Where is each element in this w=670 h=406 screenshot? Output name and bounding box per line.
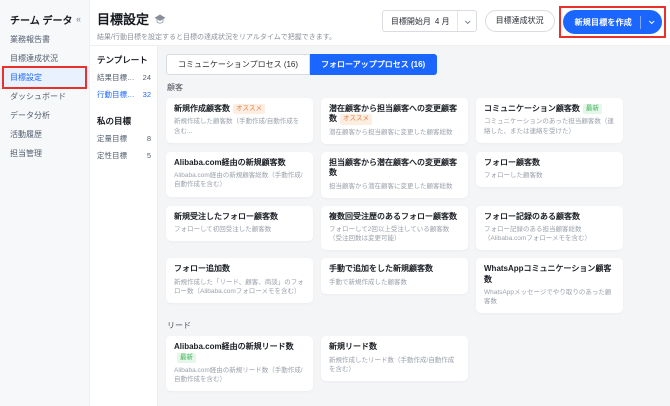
- goal-template-card[interactable]: 複数回受注歴のあるフォロー顧客数フォローして2回以上受注している顧客数（受注回数…: [321, 205, 468, 251]
- recommend-badge: オススメ: [340, 114, 372, 125]
- goal-template-card[interactable]: Alibaba.com経由の新規リード数最新 Alibaba.com経由の新規リー…: [166, 336, 313, 392]
- goal-start-month-select[interactable]: 目標開始月 4 月: [381, 10, 477, 32]
- card-title: コミュニケーション顧客数 最新: [484, 104, 615, 115]
- card-title: 複数回受注歴のあるフォロー顧客数: [329, 211, 457, 221]
- sidebar-item[interactable]: 業務報告書: [0, 30, 89, 49]
- card-description: 新規作成したリード数（手動作成/自動作成を含む）: [329, 356, 455, 373]
- sidebar-item[interactable]: ダッシュボード: [0, 87, 89, 106]
- card-description: フォローした顧客数: [484, 172, 543, 180]
- card-description: フォローして2回以上受注している顧客数（受注回数は変更可能）: [329, 226, 450, 243]
- app-window: チーム データ « 業務報告書 目標達成状況 目標設定 ダッシュボード データ分析 活動履…: [0, 0, 670, 406]
- process-tab[interactable]: フォローアッププロセス (16): [310, 54, 438, 75]
- page-title: 目標設定: [97, 12, 150, 27]
- sidebar-item[interactable]: 担当管理: [0, 144, 89, 163]
- month-select-value: 4 月: [434, 16, 450, 26]
- goal-template-card[interactable]: 新規リード数新規作成したリード数（手動作成/自動作成を含む）: [321, 336, 468, 381]
- recommend-badge: オススメ: [233, 104, 265, 115]
- template-panel-section: テンプレート結果目標テンプ...24行動目標テンプ...32: [97, 52, 151, 103]
- goal-template-card[interactable]: コミュニケーション顧客数 最新コミュニケーションのあった担当顧客数（連絡した、また…: [476, 98, 623, 143]
- sidebar-item[interactable]: 活動履歴: [0, 125, 89, 144]
- card-description: 潜在顧客から担当顧客に変更した顧客総数: [329, 128, 453, 136]
- template-item-count: 5: [146, 151, 151, 160]
- process-tab[interactable]: コミュニケーションプロセス (16): [166, 54, 311, 75]
- template-item-count: 24: [142, 73, 151, 82]
- card-title: フォロー顧客数: [484, 157, 540, 167]
- card-title: WhatsAppコミュニケーション顧客数: [484, 264, 612, 284]
- goal-template-card[interactable]: 担当顧客から潜在顧客への変更顧客数担当顧客から潜在顧客に変更した顧客総数: [321, 151, 468, 198]
- process-tabs: コミュニケーションプロセス (16) フォローアッププロセス (16): [166, 54, 660, 75]
- template-item-label: 定量目標: [97, 134, 127, 143]
- section-label: リード: [167, 321, 191, 331]
- template-panel-item[interactable]: 結果目標テンプ...24: [97, 69, 151, 86]
- sidebar-item[interactable]: 目標達成状況: [0, 49, 89, 68]
- template-item-label: 結果目標テンプ...: [97, 73, 141, 82]
- goal-template-card[interactable]: WhatsAppコミュニケーション顧客数 WhatsAppメッセージでやり取りのあ…: [476, 258, 623, 314]
- card-grid: Alibaba.com経由の新規リード数最新 Alibaba.com経由の新規リー…: [166, 336, 660, 392]
- template-panel-item[interactable]: 行動目標テンプ...32: [97, 86, 151, 103]
- create-goal-button-label: 新規目標を作成: [574, 17, 632, 27]
- card-description: Alibaba.com経由の新規リード数（手動作成/自動作成を含む）: [174, 367, 303, 384]
- card-title: Alibaba.com経由の新規顧客数: [174, 157, 286, 167]
- goal-template-card[interactable]: Alibaba.com経由の新規顧客数 Alibaba.com経由の新規顧客総数（…: [166, 151, 313, 197]
- goal-template-content: コミュニケーションプロセス (16) フォローアッププロセス (16) 顧客新規作…: [158, 46, 670, 406]
- template-item-label: 定性目標: [97, 151, 127, 160]
- create-goal-button[interactable]: 新規目標を作成: [562, 10, 662, 34]
- sidebar-item-goal-setting[interactable]: 目標設定: [0, 68, 89, 87]
- goal-template-card[interactable]: フォロー顧客数 フォローした顧客数: [476, 151, 623, 188]
- goal-template-card[interactable]: 手動で追加をした新規顧客数 手動で新規作成した顧客数: [321, 258, 468, 294]
- new-badge: 最新: [582, 104, 602, 115]
- main-column: 目標設定 結果/行動目標を設定すると目標の達成状況をリアルタイムで把握できます。…: [90, 0, 670, 406]
- card-title: フォロー追加数: [174, 264, 230, 274]
- body-row: テンプレート結果目標テンプ...24行動目標テンプ...32私の目標定量目標8定…: [90, 46, 670, 406]
- card-description: フォロー記録のある担当顧客総数（Alibaba.comフォローメモを含む）: [484, 226, 592, 243]
- goal-template-card[interactable]: 新規受注したフォロー顧客数 フォローして初回受注した顧客数: [166, 205, 313, 242]
- section-label: 顧客: [167, 83, 183, 92]
- template-panel: テンプレート結果目標テンプ...24行動目標テンプ...32私の目標定量目標8定…: [90, 46, 158, 406]
- goal-template-card[interactable]: フォロー記録のある顧客数フォロー記録のある担当顧客総数（Alibaba.comフ…: [476, 205, 623, 251]
- goal-template-card[interactable]: 潜在顧客から担当顧客への変更顧客数 オススメ潜在顧客から担当顧客に変更した顧客総数: [321, 98, 468, 144]
- card-title: 担当顧客から潜在顧客への変更顧客数: [329, 157, 457, 178]
- card-title: 新規受注したフォロー顧客数: [174, 211, 278, 221]
- goal-template-card[interactable]: フォロー追加数新規作成した「リード、顧客、商談」のフォロー数（Alibaba.c…: [166, 258, 313, 303]
- chevron-down-icon: [458, 17, 476, 26]
- card-description: コミュニケーションのあった担当顧客数（連絡した、または連絡を受けた）: [484, 118, 614, 135]
- card-title: Alibaba.com経由の新規リード数最新: [174, 342, 305, 364]
- month-select-label: 目標開始月: [390, 16, 431, 26]
- card-description: フォローして初回受注した顧客数: [174, 226, 272, 234]
- template-section-title: 私の目標: [97, 116, 132, 126]
- template-panel-item[interactable]: 定性目標 5: [97, 147, 151, 164]
- card-title: 新規作成顧客数 オススメ: [174, 104, 305, 115]
- card-description: 新規作成した顧客数（手動作成/自動作成を含む...: [174, 118, 300, 135]
- sidebar-header: チーム データ «: [0, 8, 89, 30]
- card-grid: 新規作成顧客数 オススメ 新規作成した顧客数（手動作成/自動作成を含む... 潜在顧客…: [166, 98, 660, 314]
- card-description: 担当顧客から潜在顧客に変更した顧客総数: [329, 182, 453, 190]
- template-section-title: テンプレート: [97, 55, 148, 65]
- template-panel-item[interactable]: 定量目標 8: [97, 130, 151, 147]
- collapse-sidebar-icon[interactable]: «: [76, 14, 81, 24]
- card-description: Alibaba.com経由の新規顧客総数（手動作成/自動作成を含む）: [174, 172, 303, 189]
- card-description: 手動で新規作成した顧客数: [329, 278, 407, 286]
- graduation-cap-icon[interactable]: [154, 14, 166, 24]
- card-description: WhatsAppメッセージでやり取りのあった顧客数: [484, 289, 612, 306]
- page-header: 目標設定 結果/行動目標を設定すると目標の達成状況をリアルタイムで把握できます。…: [90, 0, 670, 46]
- chevron-down-icon[interactable]: [641, 18, 662, 25]
- goal-status-button[interactable]: 目標達成状況: [484, 10, 555, 32]
- card-title: 潜在顧客から担当顧客への変更顧客数 オススメ: [329, 104, 457, 125]
- sidebar-item[interactable]: データ分析: [0, 106, 89, 125]
- card-description: 新規作成した「リード、顧客、商談」のフォロー数（Alibaba.comフォローメ…: [174, 278, 304, 295]
- app-sidebar: チーム データ « 業務報告書 目標達成状況 目標設定 ダッシュボード データ分析 活動履…: [0, 0, 90, 406]
- card-title: フォロー記録のある顧客数: [484, 211, 580, 221]
- template-panel-section: 私の目標定量目標 8 定性目標 5: [97, 113, 151, 164]
- template-item-label: 行動目標テンプ...: [97, 90, 141, 99]
- goal-template-card[interactable]: 新規作成顧客数 オススメ新規作成した顧客数（手動作成/自動作成を含む...: [166, 98, 313, 143]
- page-header-left: 目標設定 結果/行動目標を設定すると目標の達成状況をリアルタイムで把握できます。: [97, 0, 336, 45]
- new-badge: 最新: [177, 352, 196, 364]
- card-title: 手動で追加をした新規顧客数: [329, 264, 433, 274]
- card-title: 新規リード数: [329, 342, 377, 352]
- page-subtitle: 結果/行動目標を設定すると目標の達成状況をリアルタイムで把握できます。: [97, 34, 337, 41]
- template-item-count: 8: [146, 134, 151, 143]
- template-item-count: 32: [142, 90, 151, 99]
- sidebar-title: チーム データ: [10, 15, 73, 27]
- page-header-actions: 目標開始月 4 月 目標達成状況 新規目標を作成: [381, 0, 662, 45]
